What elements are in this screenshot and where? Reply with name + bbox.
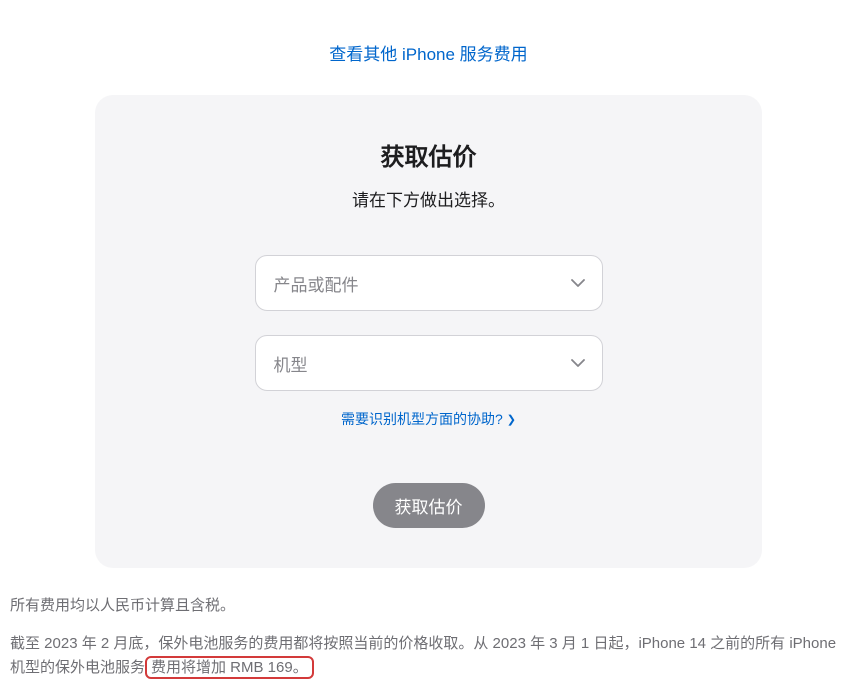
footer-line-1: 所有费用均以人民币计算且含税。 (10, 594, 847, 618)
card-subtitle: 请在下方做出选择。 (145, 186, 712, 211)
estimate-card: 获取估价 请在下方做出选择。 产品或配件 机型 需要识别机型方面的协助? ❯ 获… (95, 95, 762, 568)
product-select-placeholder: 产品或配件 (274, 271, 359, 296)
footer-line-2-part1: 截至 2023 年 2 月底，保外电池服务的费用都将按照当前的价格收取。从 20… (10, 635, 836, 676)
product-select[interactable]: 产品或配件 (255, 255, 603, 311)
identify-model-help-link[interactable]: 需要识别机型方面的协助? ❯ (341, 409, 516, 429)
model-select-placeholder: 机型 (274, 351, 308, 376)
chevron-right-icon: ❯ (507, 413, 516, 426)
card-title: 获取估价 (145, 137, 712, 172)
model-select-container: 机型 (255, 335, 603, 391)
footer-notes: 所有费用均以人民币计算且含税。 截至 2023 年 2 月底，保外电池服务的费用… (0, 568, 857, 680)
footer-line-2: 截至 2023 年 2 月底，保外电池服务的费用都将按照当前的价格收取。从 20… (10, 632, 847, 680)
get-estimate-button[interactable]: 获取估价 (373, 483, 485, 528)
help-link-text: 需要识别机型方面的协助? (341, 409, 503, 429)
model-select[interactable]: 机型 (255, 335, 603, 391)
product-select-container: 产品或配件 (255, 255, 603, 311)
other-services-link[interactable]: 查看其他 iPhone 服务费用 (329, 45, 527, 64)
price-increase-highlight: 费用将增加 RMB 169。 (145, 656, 314, 679)
